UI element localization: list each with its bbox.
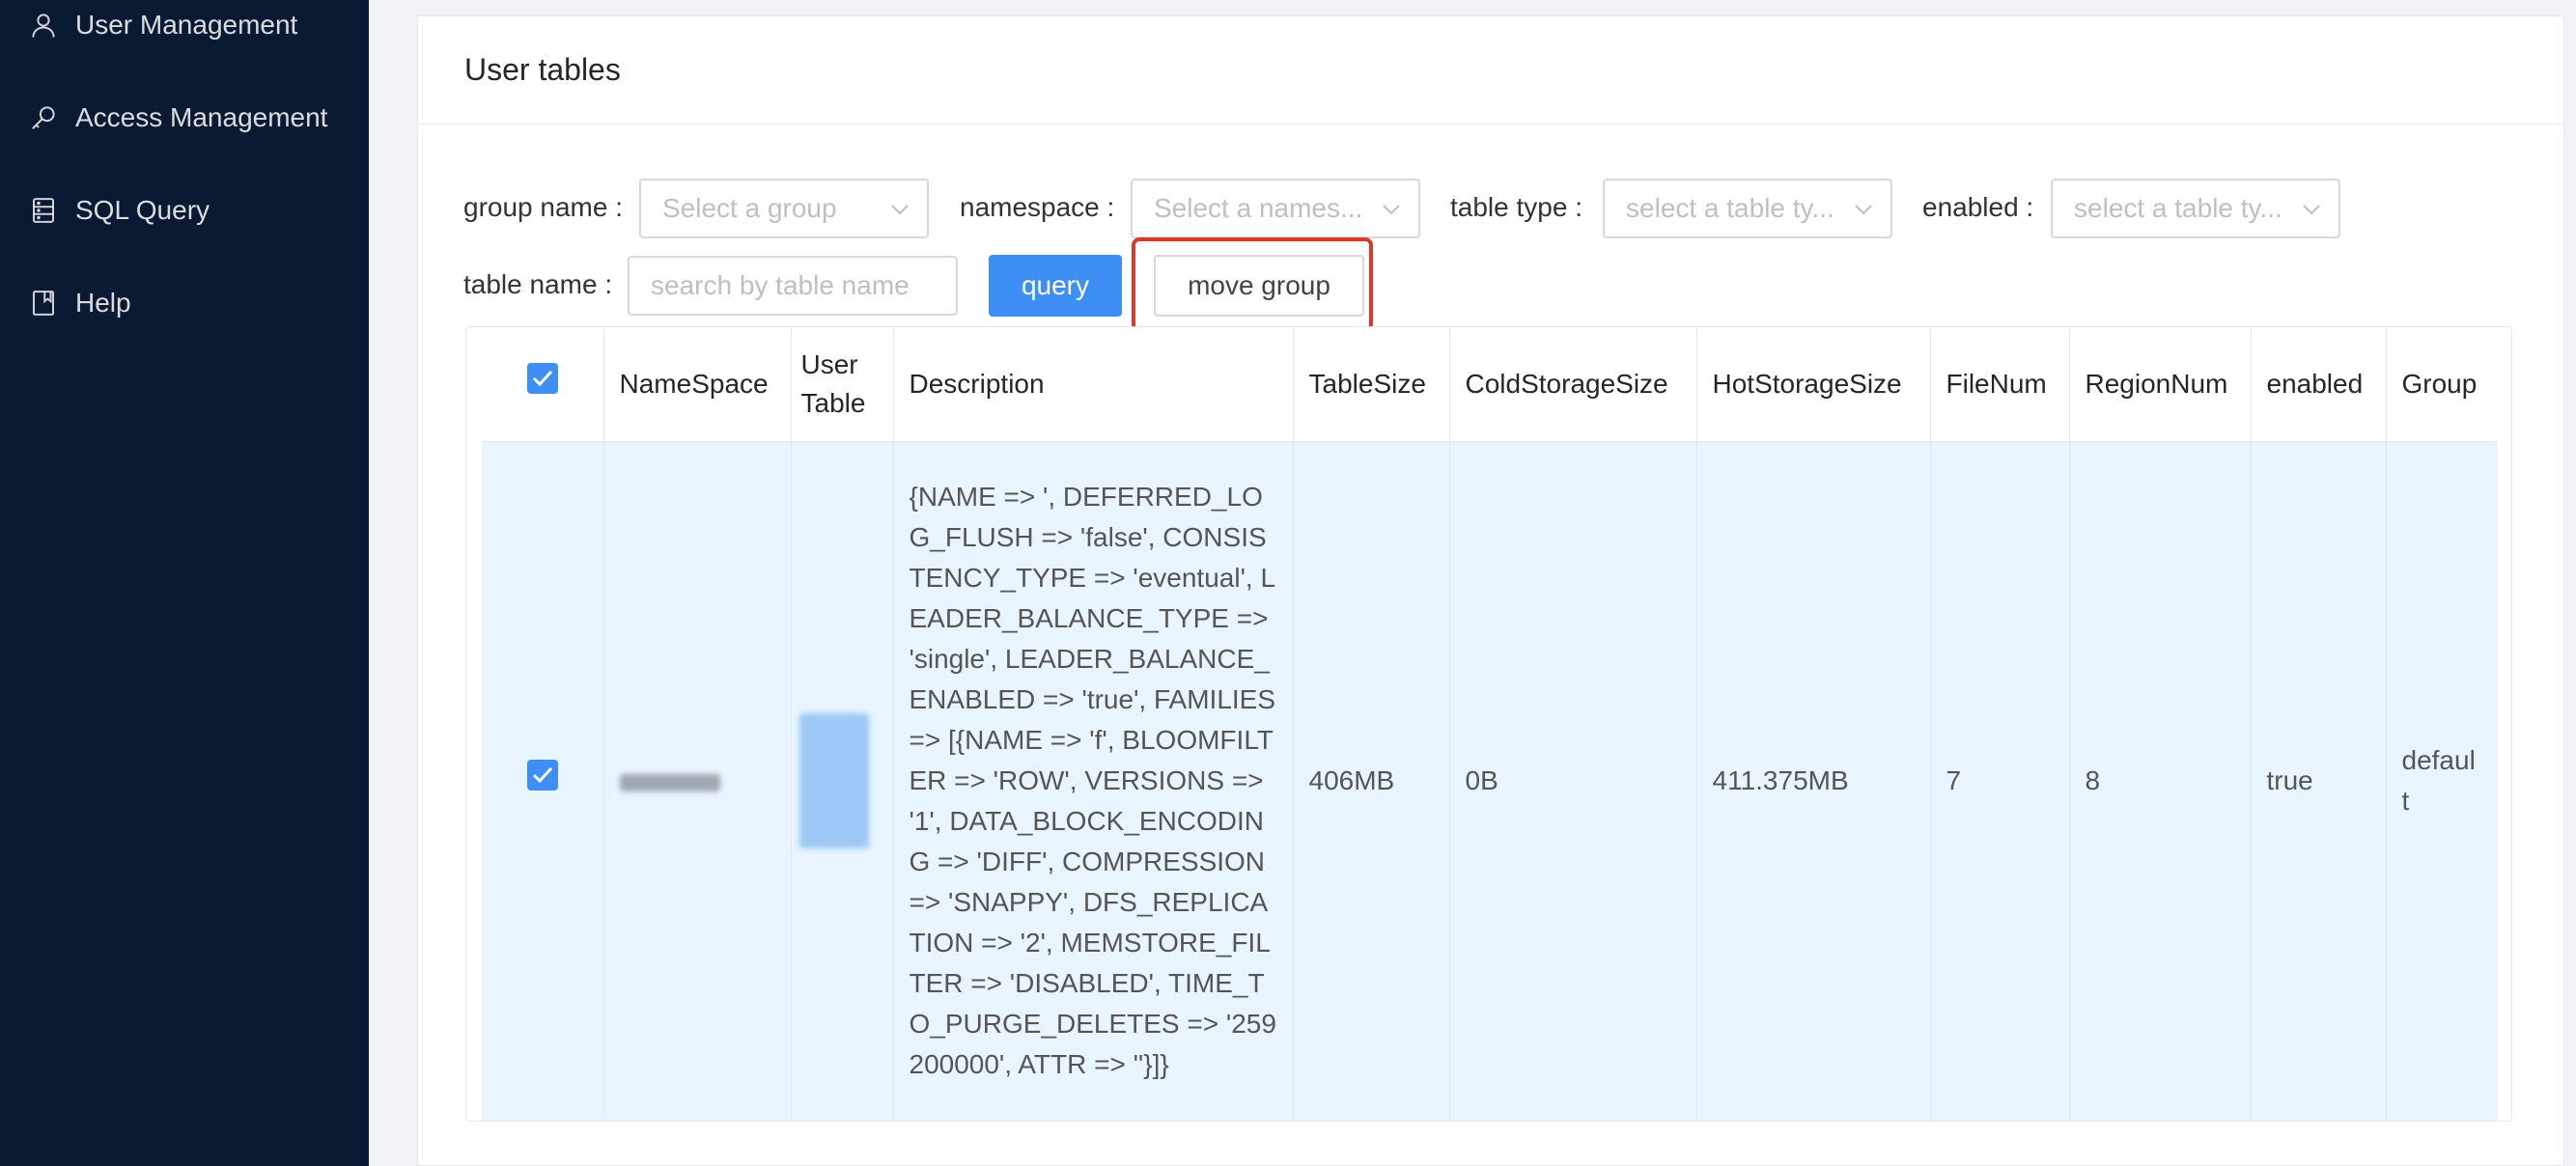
- cold-storage-size-cell: 0B: [1449, 441, 1697, 1121]
- namespace-cell: [603, 441, 792, 1121]
- select-all-cell: [482, 327, 604, 442]
- group-name-label: group name :: [463, 192, 623, 222]
- file-num-cell: 7: [1930, 441, 2070, 1121]
- enabled-select[interactable]: select a table ty...: [2051, 179, 2340, 238]
- sidebar-item-user-management[interactable]: User Management: [29, 0, 297, 54]
- sidebar-item-label: Help: [75, 288, 131, 318]
- namespace-select-placeholder: Select a names...: [1154, 193, 1363, 223]
- sidebar-item-sql-query[interactable]: SQL Query: [29, 181, 210, 239]
- move-group-button[interactable]: move group: [1154, 255, 1364, 317]
- column-header-enabled[interactable]: enabled: [2251, 327, 2387, 442]
- table-type-label: table type :: [1450, 192, 1582, 222]
- table-type-select-placeholder: select a table ty...: [1626, 193, 1834, 223]
- chevron-down-icon: [1855, 205, 1872, 215]
- page-title: User tables: [464, 52, 621, 87]
- column-header-namespace[interactable]: NameSpace: [603, 327, 792, 442]
- row-checkbox[interactable]: [526, 760, 558, 791]
- group-select[interactable]: Select a group: [639, 179, 929, 238]
- sidebar: User Management Access Management SQL Qu…: [0, 0, 369, 1166]
- user-tables-table: NameSpace User Table Description TableSi…: [465, 326, 2512, 1122]
- column-header-group[interactable]: Group: [2386, 327, 2498, 442]
- column-header-hot-storage-size[interactable]: HotStorageSize: [1696, 327, 1931, 442]
- enabled-cell: true: [2251, 441, 2387, 1121]
- region-num-cell: 8: [2069, 441, 2252, 1121]
- sidebar-item-help[interactable]: Help: [29, 274, 131, 332]
- column-header-description[interactable]: Description: [893, 327, 1294, 442]
- sidebar-item-label: User Management: [75, 10, 298, 40]
- group-cell: default: [2386, 441, 2498, 1121]
- namespace-select[interactable]: Select a names...: [1131, 179, 1420, 238]
- select-all-checkbox[interactable]: [526, 363, 558, 395]
- sidebar-item-access-management[interactable]: Access Management: [29, 89, 327, 147]
- chevron-down-icon: [1383, 205, 1400, 215]
- hot-storage-size-cell: 411.375MB: [1696, 441, 1931, 1121]
- namespace-label: namespace :: [960, 192, 1115, 222]
- table-row[interactable]: {NAME => ', DEFERRED_LOG_FLUSH => 'false…: [482, 441, 2498, 1121]
- group-select-placeholder: Select a group: [662, 193, 837, 223]
- column-header-region-num[interactable]: RegionNum: [2069, 327, 2252, 442]
- table-size-cell: 406MB: [1293, 441, 1450, 1121]
- row-select-cell: [482, 441, 604, 1121]
- enabled-label: enabled :: [1922, 192, 2034, 222]
- user-table-cell[interactable]: [791, 441, 894, 1121]
- chevron-down-icon: [2303, 205, 2320, 215]
- key-icon: [32, 106, 55, 129]
- description-cell: {NAME => ', DEFERRED_LOG_FLUSH => 'false…: [893, 441, 1294, 1121]
- check-icon: [532, 371, 552, 387]
- table-header-row: NameSpace User Table Description TableSi…: [482, 327, 2498, 442]
- check-icon: [532, 767, 552, 784]
- sidebar-item-label: SQL Query: [75, 195, 210, 225]
- sidebar-item-label: Access Management: [75, 102, 328, 132]
- table-name-label: table name :: [463, 269, 613, 299]
- chevron-down-icon: [891, 205, 909, 215]
- book-icon: [33, 291, 54, 316]
- database-icon: [33, 198, 54, 223]
- redacted-namespace: [619, 773, 720, 791]
- column-header-file-num[interactable]: FileNum: [1930, 327, 2070, 442]
- table-name-input[interactable]: [628, 256, 958, 316]
- column-header-user-table[interactable]: User Table: [791, 327, 894, 442]
- user-icon: [32, 14, 55, 38]
- column-header-cold-storage-size[interactable]: ColdStorageSize: [1449, 327, 1697, 442]
- query-button[interactable]: query: [989, 255, 1122, 317]
- panel-header: User tables: [418, 16, 2563, 125]
- table-type-select[interactable]: select a table ty...: [1603, 179, 1892, 238]
- enabled-select-placeholder: select a table ty...: [2074, 193, 2282, 223]
- redacted-table-name[interactable]: [798, 713, 869, 849]
- column-header-table-size[interactable]: TableSize: [1293, 327, 1450, 442]
